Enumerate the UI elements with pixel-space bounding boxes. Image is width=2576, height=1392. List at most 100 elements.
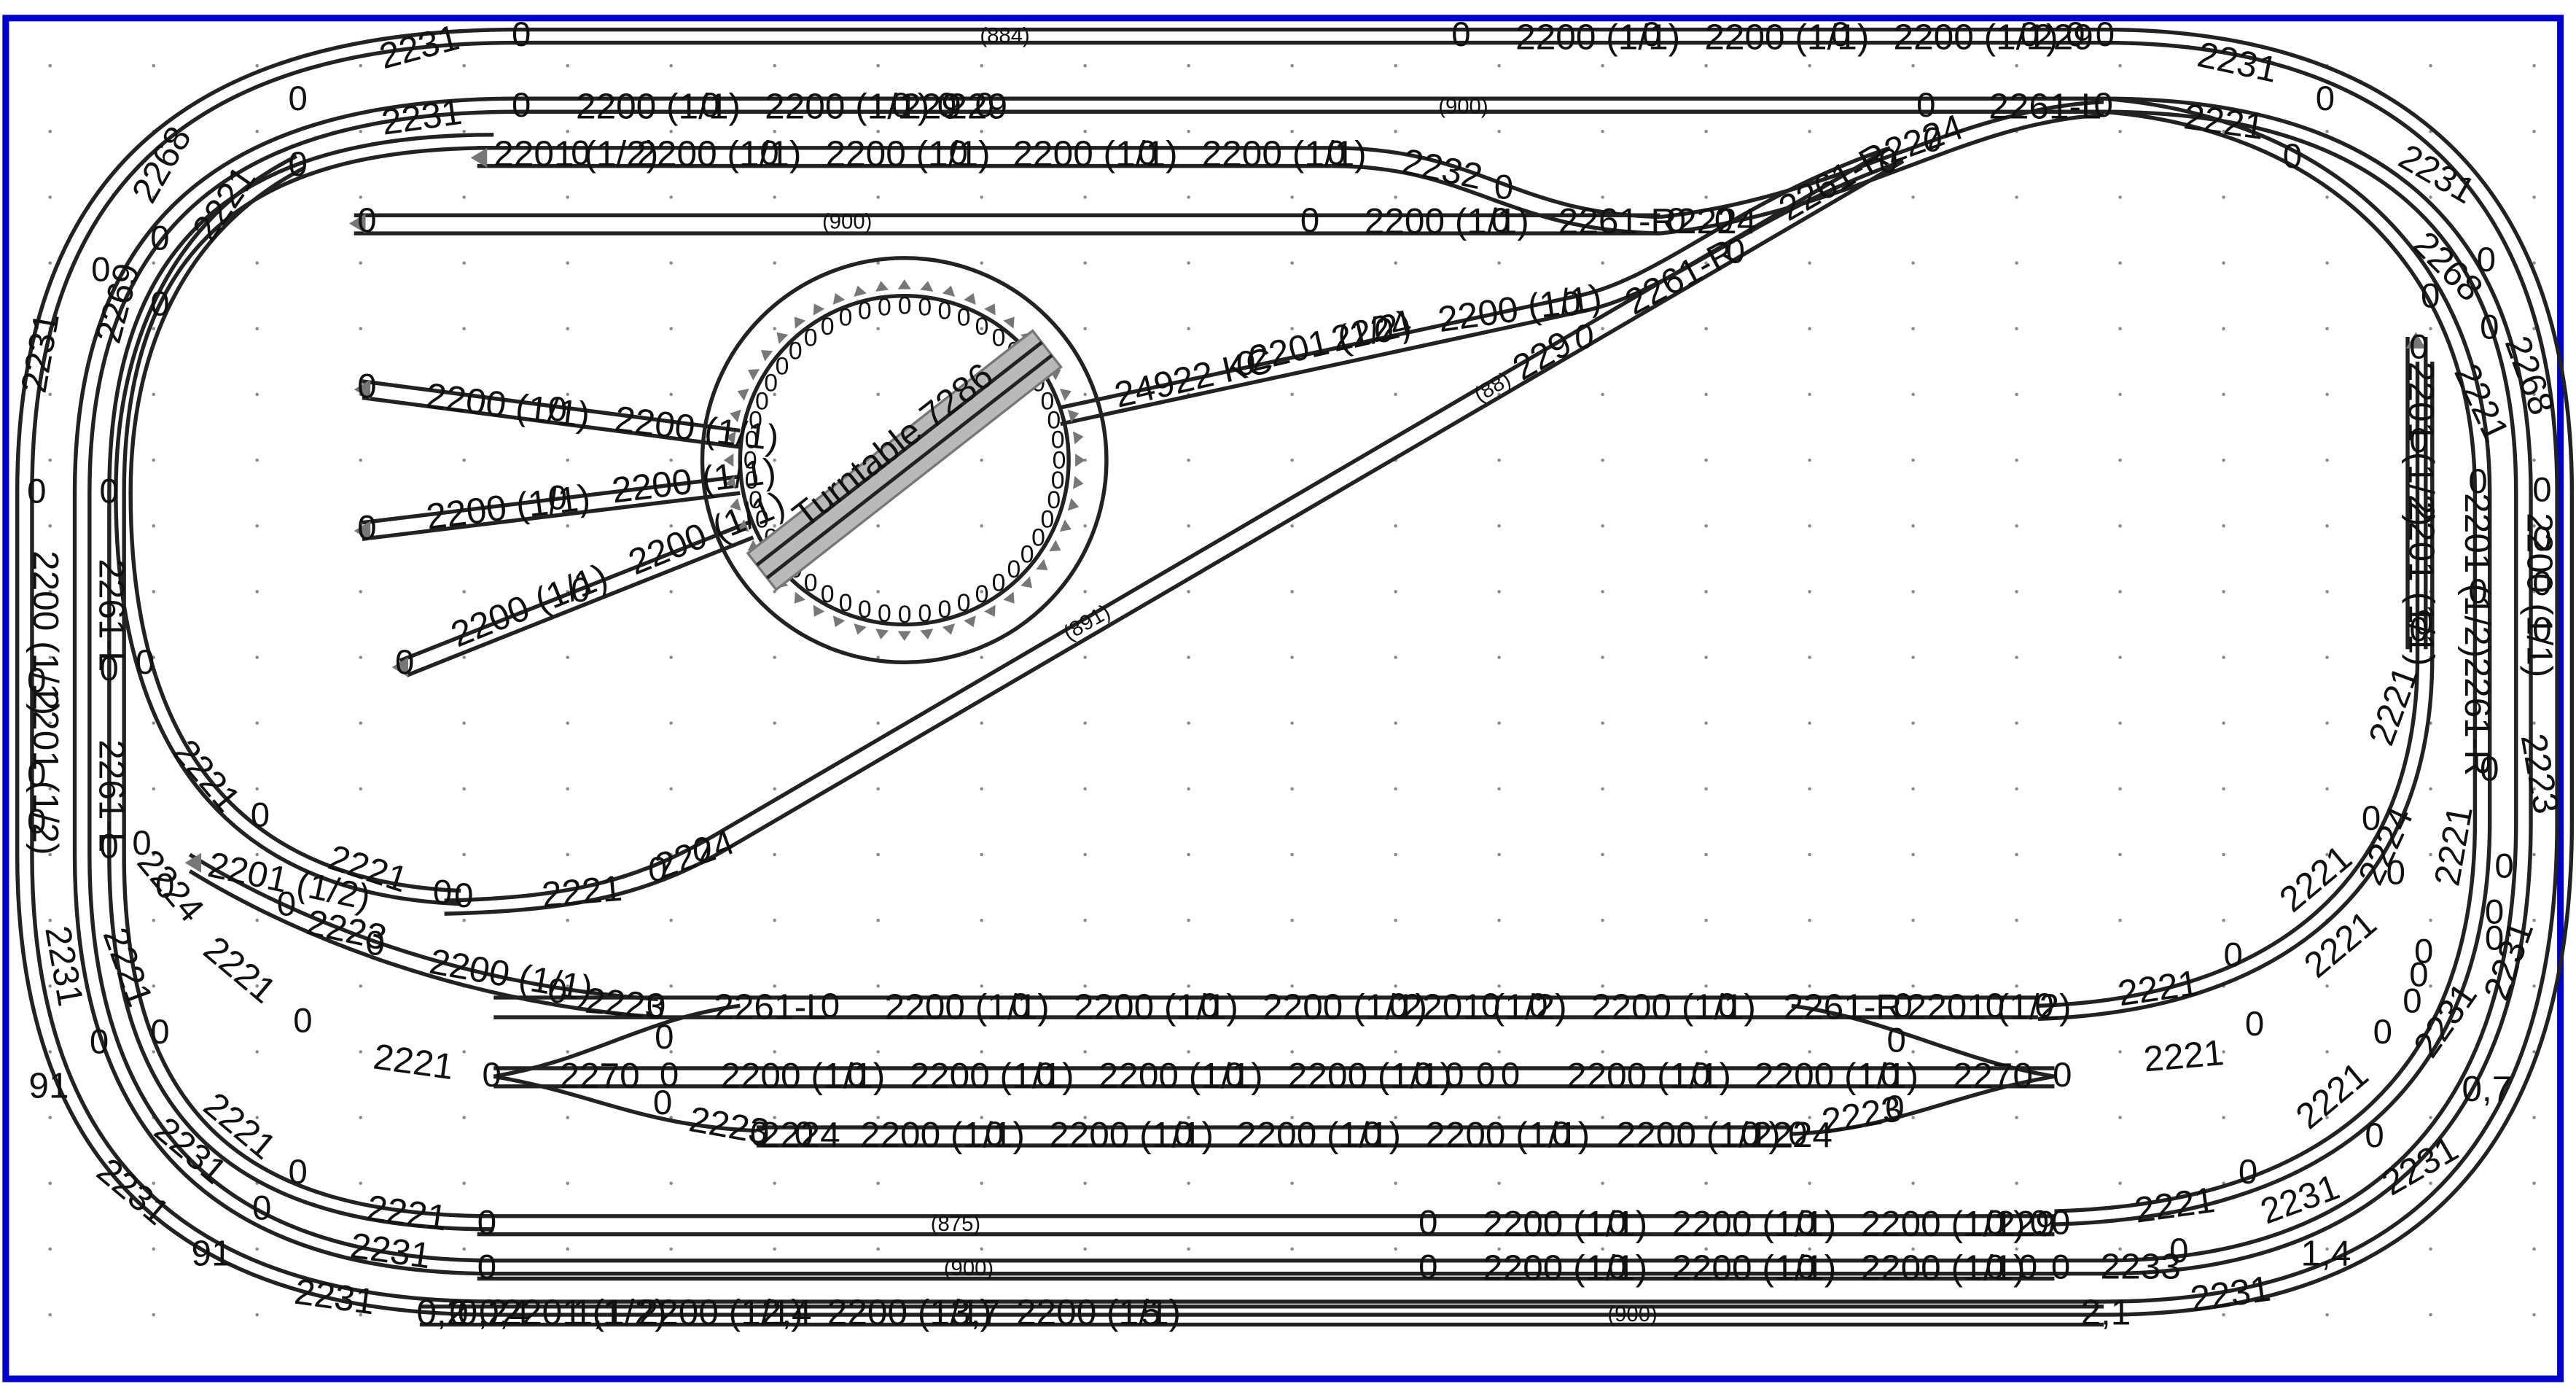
zero-mark: 0 xyxy=(2386,854,2405,893)
grid-dot xyxy=(1601,327,1604,331)
zero-mark: 0 xyxy=(1418,1248,1437,1286)
grid-dot xyxy=(2325,590,2329,594)
grid-dot xyxy=(1911,261,1915,265)
piece-2261-L: 2261-L xyxy=(1988,85,2101,126)
piece-2231: 2231 xyxy=(2187,1268,2273,1320)
grid-dot xyxy=(1083,261,1087,265)
grid-dot xyxy=(1187,1050,1190,1054)
grid-dot xyxy=(152,63,155,68)
zero-mark: 0 xyxy=(1887,1021,1906,1059)
grid-dot xyxy=(876,1050,880,1054)
turntable-stall-label: 0 xyxy=(878,293,891,321)
zero-mark: 0 xyxy=(2169,1232,2188,1270)
grid-dot xyxy=(1808,63,1811,68)
grid-dot xyxy=(1808,590,1811,594)
grid-dot xyxy=(980,1247,983,1251)
zero-mark: 0 xyxy=(2480,308,2499,346)
piece-2261-L: 2261-L xyxy=(714,986,826,1027)
zero-mark: 0 xyxy=(2066,15,2085,54)
grid-dot xyxy=(2118,656,2122,659)
zero-mark: 0 xyxy=(277,884,296,923)
grid-dot xyxy=(1187,787,1190,791)
grid-dot xyxy=(1394,918,1397,922)
grid-dot xyxy=(255,327,259,331)
grid-dot xyxy=(152,918,155,922)
piece-2231: 2231 xyxy=(2255,1166,2345,1232)
grid-dot xyxy=(359,1116,362,1119)
zero-mark: 0 xyxy=(512,15,531,54)
grid-dot xyxy=(152,787,155,791)
grid-dot xyxy=(2532,852,2536,857)
turntable-stall-arrow xyxy=(920,281,934,292)
grid-dot xyxy=(2532,195,2536,199)
piece-2221: 2221 xyxy=(2182,96,2267,147)
grid-dot xyxy=(255,1247,259,1251)
turntable-bridge-rail-2 xyxy=(765,354,1053,580)
grid-dot xyxy=(2015,852,2018,857)
zero-mark: 0 xyxy=(1036,1056,1055,1094)
loop-2-outer xyxy=(72,96,2533,1276)
zero-mark: 0 xyxy=(1797,1204,1816,1243)
grid-dot xyxy=(2325,458,2329,462)
zero-mark: 0 xyxy=(27,661,46,700)
grid-dot xyxy=(773,195,776,199)
grid-dot xyxy=(462,787,466,791)
turntable-stall-label: 0 xyxy=(776,352,789,380)
zero-mark: 0 xyxy=(2414,604,2433,642)
grid-dot xyxy=(2532,1313,2536,1317)
grid-dot xyxy=(48,524,52,528)
grid-dot xyxy=(1290,458,1294,462)
grid-dot xyxy=(2118,524,2122,528)
zero-mark: 0 xyxy=(2480,750,2499,789)
zero-mark: 0 xyxy=(2468,462,2487,501)
grid-dot xyxy=(1394,195,1397,199)
grid-dot xyxy=(1808,458,1811,462)
grid-dot xyxy=(2118,392,2122,397)
grid-dot xyxy=(1808,130,1811,133)
grid-dot xyxy=(980,721,983,725)
turntable-stall-label: 0 xyxy=(918,599,932,627)
zero-mark: 0 xyxy=(2373,1013,2392,1051)
turntable-stall-label: 0 xyxy=(938,596,952,623)
grid-dot xyxy=(2015,63,2018,68)
grid-dot xyxy=(1911,458,1915,462)
grid-dot xyxy=(1187,721,1190,725)
grid-dot xyxy=(2118,458,2122,462)
turntable-stall-label: 0 xyxy=(898,601,912,629)
grid-dot xyxy=(1187,1247,1190,1251)
grid-dot xyxy=(1083,656,1087,659)
grid-dot xyxy=(1601,1181,1604,1186)
turntable-stall-label: 0 xyxy=(839,589,853,617)
grid-dot xyxy=(1290,1181,1294,1186)
grid-dot xyxy=(2222,590,2225,594)
label-900: (900) xyxy=(822,209,872,233)
grid-dot xyxy=(255,590,259,594)
grid-dot xyxy=(1704,195,1708,199)
grid-dot xyxy=(566,1181,569,1186)
grid-dot xyxy=(2015,458,2018,462)
zero-mark: 0 xyxy=(99,650,118,688)
grid-dot xyxy=(2015,1116,2018,1119)
grid-dot xyxy=(359,195,362,199)
turntable-stall-label: 0 xyxy=(804,324,818,351)
grid-dot xyxy=(566,721,569,725)
grid-dot xyxy=(1911,918,1915,922)
grid-dot xyxy=(566,261,569,265)
turntable-stall-label: 0 xyxy=(839,304,853,332)
piece-2224: 2224 xyxy=(2350,801,2421,891)
grid-dot xyxy=(1083,392,1087,397)
zero-mark: 0 xyxy=(975,86,994,125)
grid-dot xyxy=(876,392,880,397)
grid-dot xyxy=(1497,63,1501,68)
grid-dot xyxy=(359,458,362,462)
turntable-stall-label: 0 xyxy=(1007,556,1021,583)
zero-mark: 0 xyxy=(150,285,169,324)
grid-dot xyxy=(359,787,362,791)
zero-mark: 0 xyxy=(2096,15,2115,54)
grid-dot xyxy=(1601,130,1604,133)
turntable-stall-arrow xyxy=(964,615,976,628)
grid-dot xyxy=(1187,327,1190,331)
grid-dot xyxy=(255,1313,259,1317)
zero-mark: 0 xyxy=(293,1001,312,1040)
zero-mark: 0 xyxy=(150,219,169,258)
